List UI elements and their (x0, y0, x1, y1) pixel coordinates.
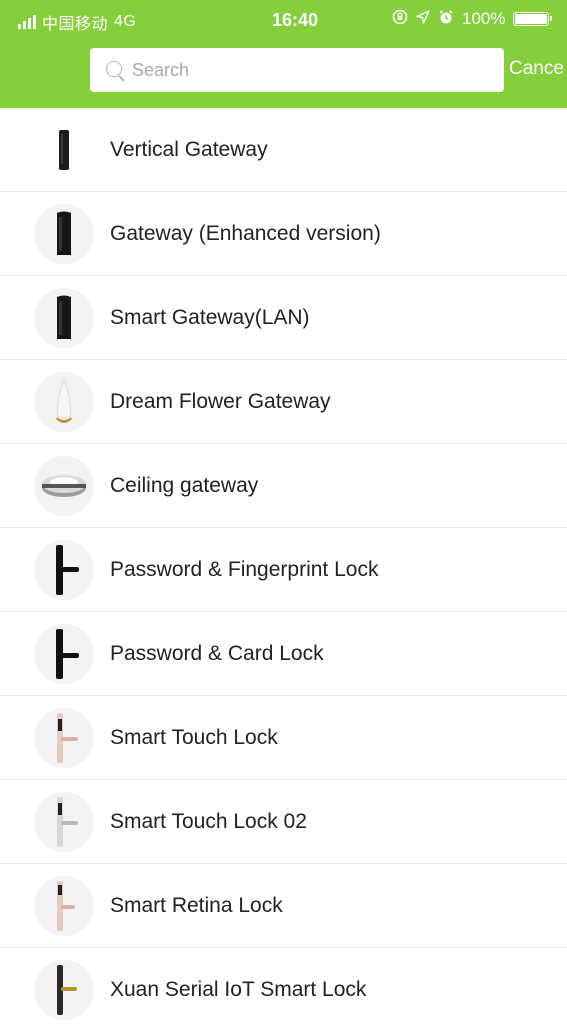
status-left: 中国移动 4G (18, 10, 136, 34)
item-label: Smart Gateway(LAN) (110, 306, 310, 329)
item-label: Xuan Serial IoT Smart Lock (110, 978, 367, 1001)
lock-rotation-icon (392, 9, 408, 29)
list-item[interactable]: Vertical Gateway (0, 108, 567, 192)
item-label: Vertical Gateway (110, 138, 268, 161)
search-input[interactable] (130, 59, 494, 81)
list-item[interactable]: Smart Gateway(LAN) (0, 276, 567, 360)
item-label: Dream Flower Gateway (110, 390, 331, 413)
device-list: Vertical Gateway Gateway (Enhanced versi… (0, 108, 567, 1032)
status-right: 100% (392, 9, 553, 29)
network-type: 4G (114, 13, 137, 30)
vertical-gateway-icon (34, 120, 94, 180)
touch-lock-icon (34, 708, 94, 768)
xuan-lock-icon (34, 960, 94, 1020)
ceiling-gateway-icon (34, 456, 94, 516)
alarm-icon (438, 9, 454, 29)
list-item[interactable]: Dream Flower Gateway (0, 360, 567, 444)
list-item[interactable]: Password & Fingerprint Lock (0, 528, 567, 612)
dream-flower-gateway-icon (34, 372, 94, 432)
item-label: Password & Fingerprint Lock (110, 558, 379, 581)
carrier-name: 中国移动 (42, 16, 109, 33)
item-label: Smart Touch Lock 02 (110, 810, 307, 833)
list-item[interactable]: Password & Card Lock (0, 612, 567, 696)
cancel-button[interactable]: Cance (509, 58, 567, 80)
list-item[interactable]: Smart Touch Lock (0, 696, 567, 780)
search-box[interactable] (90, 48, 504, 92)
item-label: Smart Touch Lock (110, 726, 278, 749)
gateway-enhanced-icon (34, 204, 94, 264)
status-bar: 中国移动 4G 16:40 100% (0, 0, 567, 38)
fingerprint-lock-icon (34, 540, 94, 600)
card-lock-icon (34, 624, 94, 684)
retina-lock-icon (34, 876, 94, 936)
battery-icon (513, 12, 553, 26)
item-label: Ceiling gateway (110, 474, 259, 497)
status-time: 16:40 (272, 10, 319, 30)
item-label: Smart Retina Lock (110, 894, 283, 917)
search-icon (104, 57, 130, 83)
list-item[interactable]: Ceiling gateway (0, 444, 567, 528)
list-item[interactable]: Xuan Serial IoT Smart Lock (0, 948, 567, 1032)
list-item[interactable]: Gateway (Enhanced version) (0, 192, 567, 276)
smart-gateway-lan-icon (34, 288, 94, 348)
item-label: Gateway (Enhanced version) (110, 222, 381, 245)
signal-icon (18, 15, 36, 29)
battery-percent: 100% (462, 9, 506, 28)
header-bar: 中国移动 4G 16:40 100% Cance (0, 0, 567, 108)
location-icon (416, 10, 430, 28)
list-item[interactable]: Smart Touch Lock 02 (0, 780, 567, 864)
touch-lock-02-icon (34, 792, 94, 852)
item-label: Password & Card Lock (110, 642, 324, 665)
list-item[interactable]: Smart Retina Lock (0, 864, 567, 948)
